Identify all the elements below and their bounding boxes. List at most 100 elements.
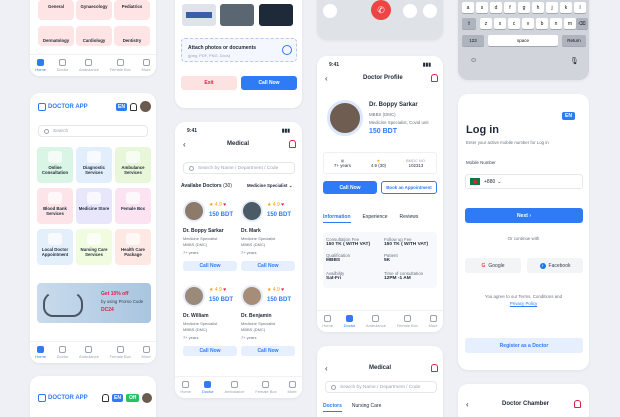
tile-dermatology[interactable]: Dermatology [38, 26, 74, 46]
key[interactable]: v [522, 18, 534, 29]
tab-information[interactable]: Information [323, 214, 351, 223]
nav-more[interactable]: More [429, 315, 438, 328]
heart-icon[interactable]: ♥ [223, 202, 226, 208]
call-now-button[interactable]: Call Now [323, 181, 377, 194]
status-toggle[interactable]: Off [126, 394, 140, 402]
privacy-policy-link[interactable]: Privacy Policy [458, 301, 589, 306]
key[interactable]: g [518, 2, 530, 13]
tab-nursing-care[interactable]: Nursing Care [352, 403, 381, 412]
nav-home[interactable]: Home [322, 315, 333, 328]
nav-more[interactable]: More [287, 381, 297, 394]
nav-ambulance[interactable]: Ambulance [79, 59, 99, 72]
google-button[interactable]: G Google [465, 258, 521, 273]
key[interactable]: x [494, 18, 506, 29]
search-input[interactable]: Search [38, 125, 148, 137]
avatar[interactable] [142, 393, 152, 403]
key[interactable]: a [462, 2, 474, 13]
key[interactable]: s [476, 2, 488, 13]
call-now-button[interactable]: Call Now [241, 261, 295, 271]
avatar[interactable] [140, 101, 151, 112]
emoji-icon[interactable]: ☺ [470, 57, 477, 64]
numbers-key[interactable]: 123 [462, 35, 484, 46]
tile-ambulance-services[interactable]: Ambulance Services [115, 147, 151, 183]
key[interactable]: m [564, 18, 576, 29]
attach-box[interactable]: Attach photos or documents (jpeg, PDF, P… [181, 38, 297, 62]
mute-button[interactable] [423, 4, 437, 18]
phone-input[interactable]: +880 ⌄ [465, 174, 583, 189]
call-now-button[interactable]: Call Now [241, 346, 295, 356]
nav-ambulance[interactable]: Ambulance [366, 315, 386, 328]
tile-online-consultation[interactable]: Online Consultation [37, 147, 73, 183]
back-arrow-icon[interactable]: ‹ [325, 74, 328, 83]
key[interactable]: z [480, 18, 492, 29]
promo-banner[interactable]: Get 10% off by using Promo Code DC24 [37, 283, 151, 323]
tile-nursing-care[interactable]: Nursing Care Services [76, 229, 112, 265]
tab-reviews[interactable]: Reviews [400, 214, 419, 223]
nav-ambulance[interactable]: Ambulance [224, 381, 245, 394]
tab-experience[interactable]: Experience [363, 214, 388, 223]
nav-doctor[interactable]: Doctor [344, 315, 355, 328]
search-input[interactable]: Search by Name / Department / Code [183, 162, 295, 174]
nav-doctor[interactable]: Doctor [202, 381, 214, 394]
key[interactable]: h [532, 2, 544, 13]
notification-bell-icon[interactable] [102, 394, 109, 402]
key[interactable]: l [574, 2, 586, 13]
tile-health-care-package[interactable]: Health Care Package [115, 229, 151, 265]
nav-female-box[interactable]: Female Box [397, 315, 418, 328]
lang-switch[interactable]: EN [116, 103, 127, 111]
call-now-button[interactable]: Call Now [183, 346, 237, 356]
heart-icon[interactable]: ♥ [281, 287, 284, 293]
tile-dentistry[interactable]: Dentistry [114, 26, 150, 46]
tile-medicine-store[interactable]: Medicine Store [76, 188, 112, 224]
backspace-key[interactable]: ⌫ [576, 18, 588, 29]
next-button[interactable]: Next › [465, 208, 583, 223]
lang-switch[interactable]: EN [112, 394, 123, 402]
space-key[interactable]: space [488, 35, 558, 46]
key[interactable]: c [508, 18, 520, 29]
call-now-button[interactable]: Call Now [241, 76, 297, 90]
tile-local-doctor[interactable]: Local Doctor Appointment [37, 229, 73, 265]
tile-female-box[interactable]: Female Box [115, 188, 151, 224]
return-key[interactable]: Return [562, 35, 586, 46]
back-arrow-icon[interactable]: ‹ [325, 364, 328, 373]
doctor-card[interactable]: ★ 4.9 ♥ 150 BDT Dr. William Medicine Spe… [183, 285, 239, 367]
shift-key[interactable]: ⇧ [462, 18, 476, 29]
camera-button[interactable] [323, 4, 337, 18]
key[interactable]: k [560, 2, 572, 13]
nav-ambulance[interactable]: Ambulance [79, 346, 99, 359]
key[interactable]: b [536, 18, 548, 29]
book-appointment-button[interactable]: Book an Appointment [381, 181, 437, 194]
nav-female-box[interactable]: Female Box [255, 381, 277, 394]
tile-cardiology[interactable]: Cardiology [76, 26, 112, 46]
notification-bell-icon[interactable] [289, 140, 296, 148]
video-toggle-button[interactable] [403, 4, 417, 18]
nav-female-box[interactable]: Female Box [110, 59, 131, 72]
search-input[interactable]: Search by Name / Department / Code [325, 381, 437, 393]
tile-general[interactable]: General [38, 0, 74, 20]
tile-gynaecology[interactable]: Gynaecology [76, 0, 112, 20]
key[interactable]: j [546, 2, 558, 13]
doctor-card[interactable]: ★ 4.9 ♥ 150 BDT Dr. Benjamin Medicine Sp… [241, 285, 297, 367]
tile-diagnostic-services[interactable]: Diagnostic Services [76, 147, 112, 183]
notification-bell-icon[interactable] [431, 74, 438, 82]
key[interactable]: f [504, 2, 516, 13]
nav-doctor[interactable]: Doctor [57, 346, 68, 359]
lang-switch[interactable]: EN [562, 112, 575, 120]
facebook-button[interactable]: f Facebook [527, 258, 583, 273]
tab-doctors[interactable]: Doctors [323, 403, 342, 412]
exit-button[interactable]: Exit [181, 76, 237, 90]
notification-bell-icon[interactable] [130, 103, 137, 111]
nav-more[interactable]: More [142, 59, 151, 72]
microphone-icon[interactable]: 🎙 [570, 57, 579, 65]
nav-doctor[interactable]: Doctor [57, 59, 68, 72]
nav-home[interactable]: Home [35, 59, 46, 72]
notification-bell-icon[interactable] [574, 400, 581, 408]
key[interactable]: n [550, 18, 562, 29]
nav-home[interactable]: Home [180, 381, 191, 394]
end-call-button[interactable]: ✆ [371, 0, 391, 20]
nav-more[interactable]: More [142, 346, 151, 359]
tile-blood-bank[interactable]: Blood Bank Services [37, 188, 73, 224]
filter-dropdown[interactable]: Medicine Specialist ⌄ [247, 183, 292, 189]
tile-pediatrics[interactable]: Pediatrics [114, 0, 150, 20]
nav-female-box[interactable]: Female Box [110, 346, 131, 359]
